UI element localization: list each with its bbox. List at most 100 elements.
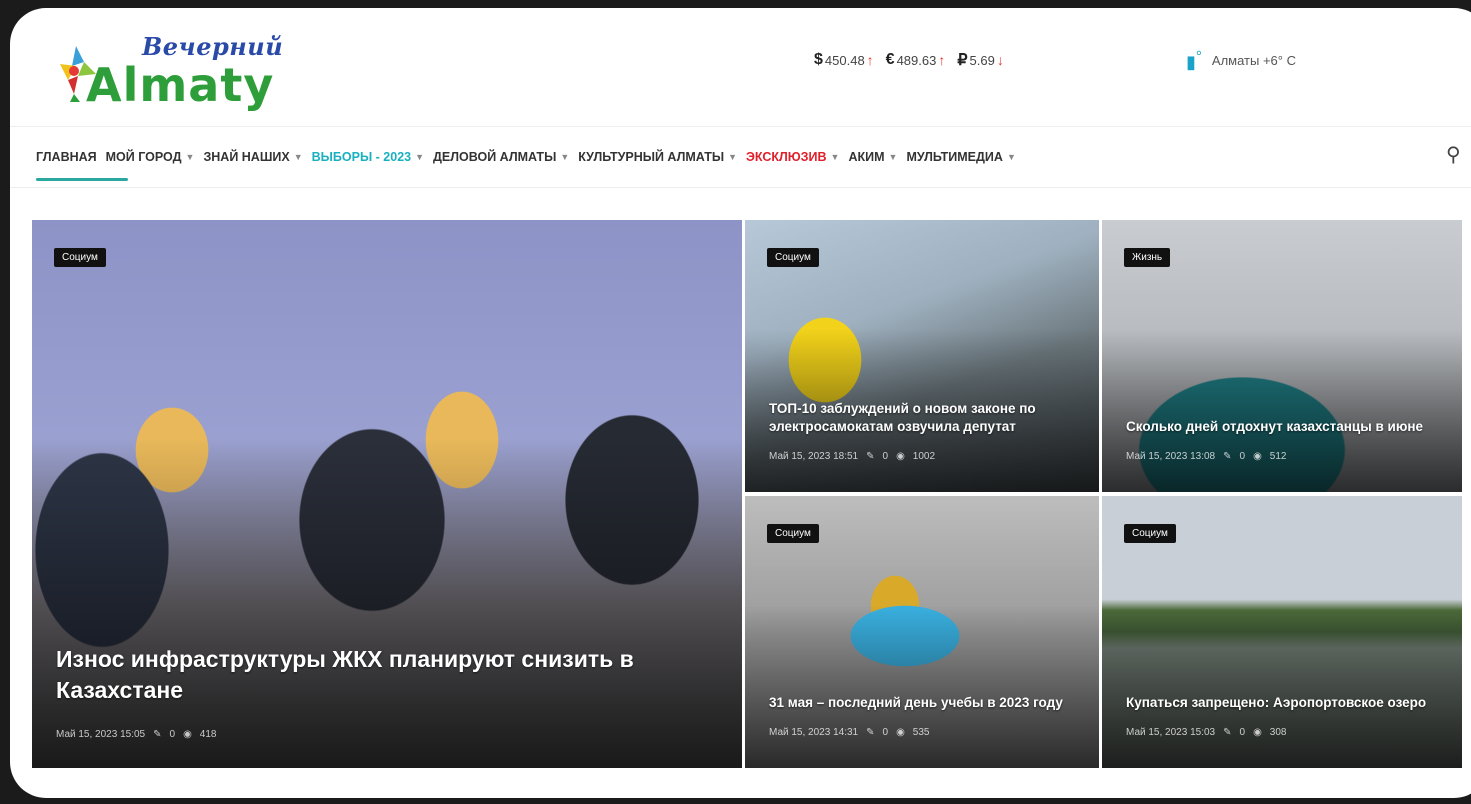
nav-item-exclusive[interactable]: ЭКСКЛЮЗИВ ▼ bbox=[746, 150, 839, 164]
rate-usd: $ 450.48 ↑ bbox=[814, 51, 874, 69]
comment-count: 0 bbox=[1239, 451, 1246, 462]
nav-label: ЭКСКЛЮЗИВ bbox=[746, 150, 827, 164]
news-meta: Май 15, 2023 15:05 ✎ 0 ◉ 418 bbox=[56, 729, 216, 740]
comment-icon: ✎ bbox=[1223, 451, 1232, 462]
news-date: Май 15, 2023 15:03 bbox=[1126, 727, 1216, 738]
comment-icon: ✎ bbox=[153, 729, 162, 740]
arrow-up-icon: ↑ bbox=[866, 52, 874, 68]
nav-item-my-city[interactable]: МОЙ ГОРОД ▼ bbox=[106, 150, 195, 164]
euro-symbol: € bbox=[885, 51, 895, 68]
image-shade bbox=[745, 604, 1099, 768]
news-meta: Май 15, 2023 18:51 ✎ 0 ◉ 1002 bbox=[769, 451, 935, 462]
ruble-symbol: ₽ bbox=[957, 52, 968, 69]
eye-icon: ◉ bbox=[1253, 451, 1262, 462]
currency-rates: $ 450.48 ↑ € 489.63 ↑ ₽ 5.69 ↓ bbox=[814, 50, 1004, 70]
rate-value: 489.63 bbox=[896, 52, 937, 68]
comment-count: 0 bbox=[169, 729, 176, 740]
view-count: 418 bbox=[199, 729, 217, 740]
chevron-down-icon: ▼ bbox=[1006, 152, 1016, 162]
nav-label: ЗНАЙ НАШИХ bbox=[203, 150, 290, 164]
comment-count: 0 bbox=[882, 727, 889, 738]
chevron-down-icon: ▼ bbox=[888, 152, 898, 162]
eye-icon: ◉ bbox=[896, 451, 905, 462]
nav-label: АКИМ bbox=[848, 150, 885, 164]
nav-label: ГЛАВНАЯ bbox=[36, 150, 97, 164]
eye-icon: ◉ bbox=[183, 729, 192, 740]
news-title[interactable]: ТОП-10 заблуждений о новом законе по эле… bbox=[769, 400, 1079, 436]
nav-item-multimedia[interactable]: МУЛЬТИМЕДИА ▼ bbox=[906, 150, 1015, 164]
comment-icon: ✎ bbox=[866, 727, 875, 738]
weather-text: Алматы +6° С bbox=[1211, 53, 1296, 68]
view-count: 308 bbox=[1269, 727, 1287, 738]
rate-value: 450.48 bbox=[824, 52, 865, 68]
weather-widget: ▮° Алматы +6° С bbox=[1186, 48, 1296, 73]
nav-item-akim[interactable]: АКИМ ▼ bbox=[848, 150, 897, 164]
view-count: 512 bbox=[1269, 451, 1287, 462]
degree-symbol: ° bbox=[1195, 48, 1202, 65]
news-date: Май 15, 2023 14:31 bbox=[769, 727, 859, 738]
logo-script-text: Вечерний bbox=[142, 32, 284, 61]
nav-label: КУЛЬТУРНЫЙ АЛМАТЫ bbox=[578, 150, 725, 164]
news-date: Май 15, 2023 15:05 bbox=[56, 729, 146, 740]
news-tile[interactable]: Социум Купаться запрещено: Аэропортовско… bbox=[1102, 496, 1462, 768]
dollar-symbol: $ bbox=[814, 51, 823, 68]
chevron-down-icon: ▼ bbox=[560, 152, 570, 162]
news-meta: Май 15, 2023 15:03 ✎ 0 ◉ 308 bbox=[1126, 727, 1286, 738]
page-frame: Вечерний Almaty $ 450.48 ↑ € 489.63 ↑ ₽ … bbox=[10, 8, 1471, 798]
nav-item-know-ours[interactable]: ЗНАЙ НАШИХ ▼ bbox=[203, 150, 302, 164]
nav-item-business[interactable]: ДЕЛОВОЙ АЛМАТЫ ▼ bbox=[433, 150, 569, 164]
category-badge[interactable]: Социум bbox=[54, 248, 106, 267]
search-icon[interactable]: ⚲ bbox=[1446, 142, 1461, 167]
category-badge[interactable]: Социум bbox=[1124, 524, 1176, 543]
nav-item-home[interactable]: ГЛАВНАЯ bbox=[36, 150, 128, 181]
chevron-down-icon: ▼ bbox=[185, 152, 195, 162]
news-title[interactable]: 31 мая – последний день учебы в 2023 год… bbox=[769, 694, 1079, 712]
view-count: 535 bbox=[912, 727, 930, 738]
news-date: Май 15, 2023 13:08 bbox=[1126, 451, 1216, 462]
arrow-down-icon: ↓ bbox=[996, 52, 1004, 68]
news-tile[interactable]: Социум 31 мая – последний день учебы в 2… bbox=[745, 496, 1099, 768]
eye-icon: ◉ bbox=[1253, 727, 1262, 738]
news-title[interactable]: Износ инфраструктуры ЖКХ планируют снизи… bbox=[56, 644, 712, 706]
news-meta: Май 15, 2023 14:31 ✎ 0 ◉ 535 bbox=[769, 727, 929, 738]
nav-label: МУЛЬТИМЕДИА bbox=[906, 150, 1003, 164]
category-badge[interactable]: Социум bbox=[767, 524, 819, 543]
nav-item-culture[interactable]: КУЛЬТУРНЫЙ АЛМАТЫ ▼ bbox=[578, 150, 737, 164]
comment-count: 0 bbox=[882, 451, 889, 462]
comment-icon: ✎ bbox=[1223, 727, 1232, 738]
news-date: Май 15, 2023 18:51 bbox=[769, 451, 859, 462]
comment-icon: ✎ bbox=[866, 451, 875, 462]
arrow-up-icon: ↑ bbox=[938, 52, 946, 68]
nav-label: МОЙ ГОРОД bbox=[105, 150, 182, 164]
chevron-down-icon: ▼ bbox=[830, 152, 840, 162]
image-shade bbox=[1102, 604, 1462, 768]
main-nav: ГЛАВНАЯ МОЙ ГОРОД ▼ ЗНАЙ НАШИХ ▼ ВЫБОРЫ - … bbox=[10, 126, 1471, 188]
chevron-down-icon: ▼ bbox=[293, 152, 303, 162]
nav-label: ДЕЛОВОЙ АЛМАТЫ bbox=[433, 150, 557, 164]
comment-count: 0 bbox=[1239, 727, 1246, 738]
news-title[interactable]: Сколько дней отдохнут казахстанцы в июне bbox=[1126, 418, 1442, 436]
site-logo[interactable]: Вечерний Almaty bbox=[50, 30, 300, 120]
news-meta: Май 15, 2023 13:08 ✎ 0 ◉ 512 bbox=[1126, 451, 1286, 462]
category-badge[interactable]: Социум bbox=[767, 248, 819, 267]
nav-item-elections[interactable]: ВЫБОРЫ - 2023 ▼ bbox=[312, 150, 424, 164]
site-header: Вечерний Almaty $ 450.48 ↑ € 489.63 ↑ ₽ … bbox=[10, 8, 1471, 126]
news-tile[interactable]: Жизнь Сколько дней отдохнут казахстанцы … bbox=[1102, 220, 1462, 492]
news-tile-main[interactable]: Социум Износ инфраструктуры ЖКХ планирую… bbox=[32, 220, 742, 768]
news-tile[interactable]: Социум ТОП-10 заблуждений о новом законе… bbox=[745, 220, 1099, 492]
view-count: 1002 bbox=[912, 451, 936, 462]
news-title[interactable]: Купаться запрещено: Аэропортовское озеро bbox=[1126, 694, 1442, 712]
image-shade bbox=[32, 439, 742, 768]
thermometer-icon: ▮° bbox=[1186, 48, 1202, 72]
rate-eur: € 489.63 ↑ bbox=[886, 51, 946, 69]
image-shade bbox=[1102, 328, 1462, 492]
nav-label: ВЫБОРЫ - 2023 bbox=[311, 150, 412, 164]
chevron-down-icon: ▼ bbox=[415, 152, 425, 162]
rate-value: 5.69 bbox=[969, 52, 995, 68]
logo-main-text: Almaty bbox=[86, 58, 275, 112]
chevron-down-icon: ▼ bbox=[728, 152, 737, 162]
rate-rub: ₽ 5.69 ↓ bbox=[957, 50, 1004, 70]
featured-news-grid: Социум Износ инфраструктуры ЖКХ планирую… bbox=[32, 220, 1462, 768]
eye-icon: ◉ bbox=[896, 727, 905, 738]
category-badge[interactable]: Жизнь bbox=[1124, 248, 1171, 267]
